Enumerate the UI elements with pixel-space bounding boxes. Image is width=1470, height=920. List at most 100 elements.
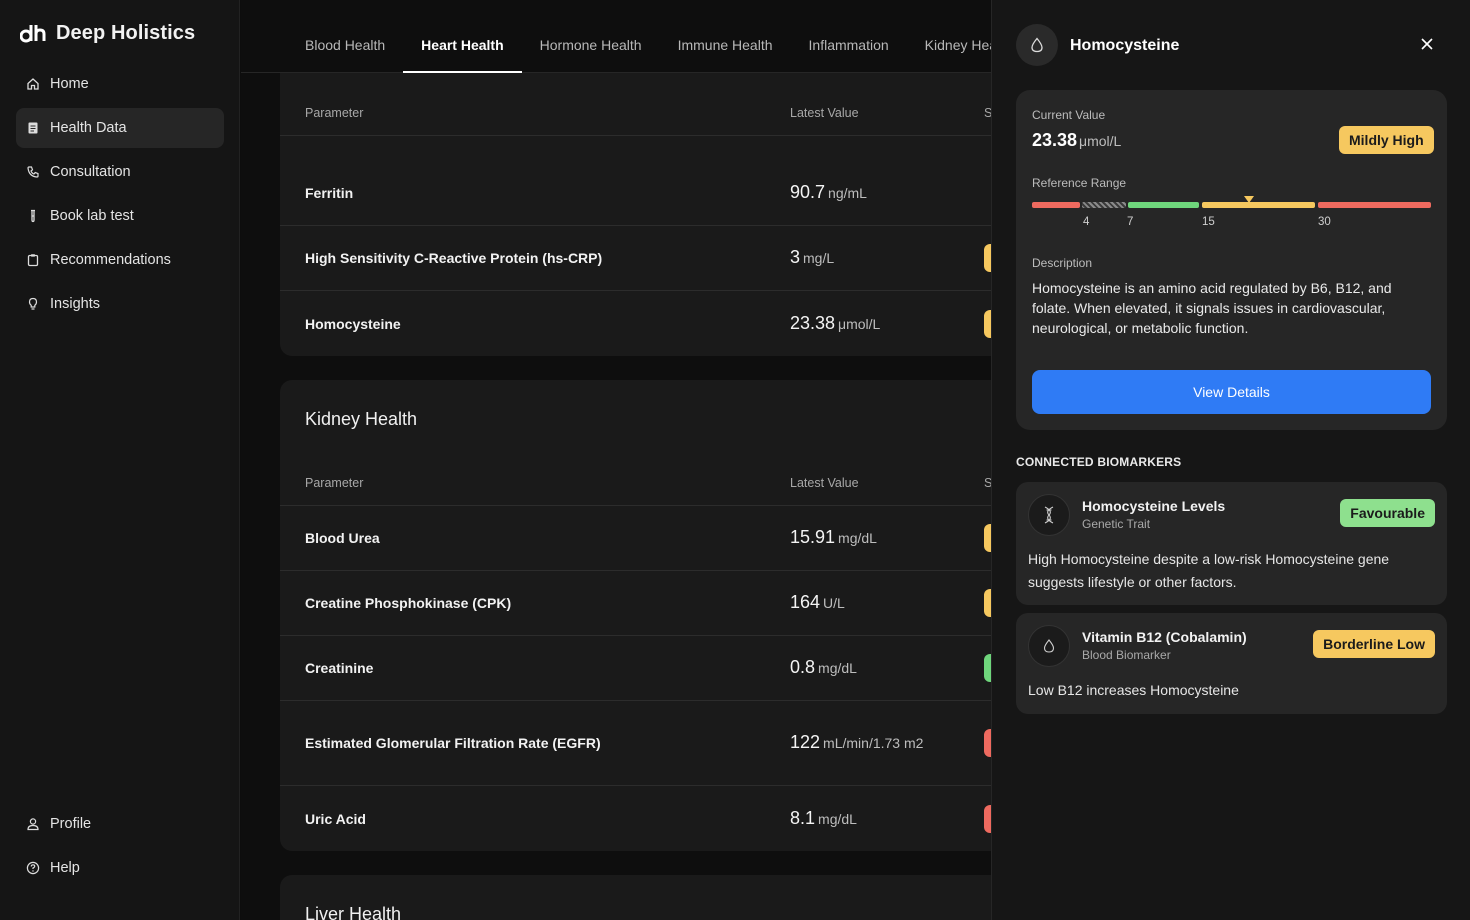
- range-segment-borderline: [1082, 202, 1126, 208]
- clipboard-icon: [27, 254, 39, 267]
- table-header: Parameter Latest Value S: [280, 458, 991, 506]
- latest-value: 15.91 mg/dL: [790, 527, 877, 547]
- connected-biomarker-card[interactable]: Homocysteine Levels Genetic Trait Favour…: [1016, 482, 1447, 605]
- table-row[interactable]: Estimated Glomerular Filtration Rate (EG…: [280, 701, 991, 786]
- nav-item-home[interactable]: Home: [16, 64, 224, 104]
- dna-icon: [1028, 494, 1070, 536]
- parameter-name: Creatinine: [305, 660, 374, 676]
- status-badge: Mildly High: [1339, 126, 1434, 154]
- description-label: Description: [1032, 256, 1093, 270]
- tab-heart-health[interactable]: Heart Health: [403, 37, 523, 73]
- phone-icon: [27, 166, 39, 178]
- current-value-label: Current Value: [1032, 108, 1106, 122]
- nav-label: Recommendations: [50, 252, 171, 268]
- latest-value: 90.7 ng/mL: [790, 182, 867, 202]
- category-tabs: Blood Health Heart Health Hormone Health…: [241, 0, 991, 73]
- nav-label: Consultation: [50, 164, 131, 180]
- card-title: Liver Health: [305, 904, 402, 920]
- view-details-button[interactable]: View Details: [1032, 370, 1431, 414]
- status-badge: Favourable: [1340, 499, 1435, 527]
- current-value-marker: [1244, 196, 1254, 203]
- table-row[interactable]: High Sensitivity C-Reactive Protein (hs-…: [280, 226, 991, 291]
- header-status: S: [984, 106, 991, 120]
- current-value: 23.38 μmol/L: [1032, 130, 1122, 150]
- status-badge: [984, 654, 991, 682]
- status-badge: [984, 309, 991, 338]
- tab-inflammation[interactable]: Inflammation: [791, 37, 907, 72]
- nav-label: Book lab test: [50, 208, 134, 224]
- lightbulb-icon: [28, 297, 38, 310]
- nav-label: Help: [50, 860, 80, 876]
- parameter-name: Estimated Glomerular Filtration Rate (EG…: [305, 735, 601, 751]
- tab-hormone-health[interactable]: Hormone Health: [522, 37, 660, 72]
- inflammation-card: Parameter Latest Value S Ferritin 90.7 ng…: [280, 40, 991, 356]
- nav-item-book-lab-test[interactable]: Book lab test: [16, 196, 224, 236]
- latest-value: 3 mg/L: [790, 247, 835, 267]
- connected-biomarkers-label: CONNECTED BIOMARKERS: [1016, 455, 1182, 469]
- close-icon[interactable]: [1416, 33, 1438, 55]
- card-title: Kidney Health: [305, 409, 418, 429]
- reference-range-label: Reference Range: [1032, 176, 1127, 190]
- biomarker-note: Low B12 increases Homocysteine: [1028, 682, 1239, 698]
- nav-item-profile[interactable]: Profile: [16, 804, 224, 844]
- liver-health-card: Liver Health: [280, 875, 991, 920]
- drop-icon: [1028, 625, 1070, 667]
- reference-range-bar: [1032, 202, 1431, 208]
- table-row[interactable]: Creatinine 0.8 mg/dL: [280, 636, 991, 701]
- status-badge: [984, 244, 991, 272]
- biomarker-detail-panel: Homocysteine Current Value 23.38 μmol/L M…: [991, 0, 1470, 920]
- latest-value: 122 mL/min/1.73 m2: [790, 732, 924, 752]
- header-latest-value: Latest Value: [790, 476, 859, 490]
- nav-item-recommendations[interactable]: Recommendations: [16, 240, 224, 280]
- nav-item-help[interactable]: Help: [16, 848, 224, 888]
- tab-immune-health[interactable]: Immune Health: [660, 37, 791, 72]
- sidebar: Deep Holistics Home Health Data Consulta…: [0, 0, 240, 920]
- panel-title: Homocysteine: [1070, 37, 1180, 54]
- connected-biomarker-card[interactable]: Vitamin B12 (Cobalamin) Blood Biomarker …: [1016, 613, 1447, 714]
- brand[interactable]: Deep Holistics: [20, 20, 195, 46]
- table-row[interactable]: Blood Urea 15.91 mg/dL: [280, 506, 991, 571]
- status-badge: [984, 589, 991, 617]
- range-tick: 30: [1318, 216, 1331, 228]
- tab-kidney-health[interactable]: Kidney Health: [907, 37, 991, 72]
- range-segment-low: [1032, 202, 1080, 208]
- biomarker-name: Vitamin B12 (Cobalamin): [1082, 629, 1247, 645]
- table-row[interactable]: Uric Acid 8.1 mg/dL: [280, 786, 991, 851]
- range-tick: 7: [1127, 216, 1134, 228]
- main-content: Blood Health Heart Health Hormone Health…: [241, 0, 991, 920]
- table-row[interactable]: Ferritin 90.7 ng/mL: [280, 161, 991, 226]
- range-segment-normal: [1128, 202, 1199, 208]
- range-tick: 15: [1202, 216, 1215, 228]
- biomarker-type: Genetic Trait: [1082, 517, 1151, 531]
- test-tube-icon: [31, 209, 35, 223]
- parameter-name: Uric Acid: [305, 810, 366, 827]
- latest-value: 23.38 μmol/L: [790, 312, 881, 333]
- parameter-name: Homocysteine: [305, 315, 401, 332]
- table-row[interactable]: Creatine Phosphokinase (CPK) 164 U/L: [280, 571, 991, 636]
- parameter-name: Blood Urea: [305, 530, 380, 546]
- status-badge: [984, 804, 991, 833]
- nav-item-insights[interactable]: Insights: [16, 284, 224, 324]
- status-badge: Borderline Low: [1313, 630, 1435, 658]
- status-badge: [984, 729, 991, 757]
- nav-label: Home: [50, 76, 89, 92]
- biomarker-type: Blood Biomarker: [1082, 648, 1171, 662]
- home-icon: [27, 78, 39, 90]
- nav-label: Health Data: [50, 120, 127, 136]
- header-parameter: Parameter: [305, 106, 364, 120]
- help-icon: [26, 861, 40, 875]
- range-tick: 4: [1083, 216, 1090, 228]
- nav-item-consultation[interactable]: Consultation: [16, 152, 224, 192]
- nav-bottom: Profile Help: [16, 804, 224, 892]
- document-icon: [28, 122, 38, 134]
- nav-item-health-data[interactable]: Health Data: [16, 108, 224, 148]
- tab-blood-health[interactable]: Blood Health: [305, 37, 403, 72]
- nav-label: Profile: [50, 816, 92, 832]
- nav-menu: Home Health Data Consultation Book lab t…: [16, 64, 224, 328]
- table-header: Parameter Latest Value S: [280, 88, 991, 136]
- description-text: Homocysteine is an amino acid regulated …: [1032, 280, 1392, 336]
- status-badge: [984, 524, 991, 552]
- header-latest-value: Latest Value: [790, 106, 859, 120]
- table-row[interactable]: Homocysteine 23.38 μmol/L: [280, 291, 991, 356]
- latest-value: 0.8 mg/dL: [790, 657, 857, 677]
